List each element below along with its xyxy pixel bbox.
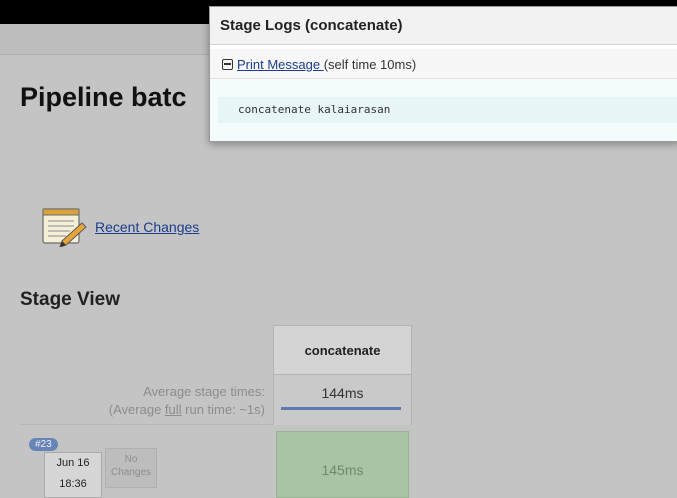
modal-title: Stage Logs (concatenate) — [210, 7, 677, 45]
print-message-link[interactable]: Print Message — [237, 57, 324, 72]
build-changes-box: No Changes — [105, 448, 157, 488]
stage-average-bar — [281, 407, 401, 410]
stage-logs-modal: Stage Logs (concatenate) Print Message (… — [209, 6, 677, 142]
stage-name: concatenate — [304, 342, 381, 358]
build-date-box[interactable]: Jun 16 18:36 — [44, 452, 102, 498]
avg-label-line-1: Average stage times: — [143, 384, 265, 399]
recent-changes-link[interactable]: Recent Changes — [95, 219, 199, 235]
stage-header-concatenate[interactable]: concatenate — [273, 325, 412, 375]
stage-average-cell: 144ms — [273, 375, 412, 425]
avg-label-post: run time: ~1s) — [181, 402, 265, 417]
stage-result-cell[interactable]: 145ms — [276, 431, 409, 498]
avg-label-full: full — [164, 402, 182, 417]
avg-label-pre: (Average — [108, 402, 165, 417]
log-step-row: Print Message (self time 10ms) — [210, 49, 677, 79]
page-title: Pipeline batc — [20, 82, 187, 112]
build-date: Jun 16 — [56, 457, 90, 469]
notepad-icon — [42, 208, 87, 247]
log-output: concatenate kalaiarasan — [210, 79, 677, 141]
step-self-time: (self time 10ms) — [323, 57, 417, 72]
stage-view-title: Stage View — [20, 289, 120, 310]
stage-average-time: 144ms — [321, 385, 364, 401]
average-stage-times-label: Average stage times: (Average full run t… — [5, 383, 265, 419]
log-line: concatenate kalaiarasan — [218, 97, 677, 123]
row-divider — [20, 424, 274, 425]
build-number-badge[interactable]: #23 — [29, 438, 58, 451]
stage-result-time: 145ms — [321, 462, 364, 478]
collapse-icon[interactable] — [222, 59, 233, 70]
build-time: 18:36 — [59, 478, 87, 490]
avg-label-line-2: (Average full run time: ~1s) — [5, 401, 265, 419]
